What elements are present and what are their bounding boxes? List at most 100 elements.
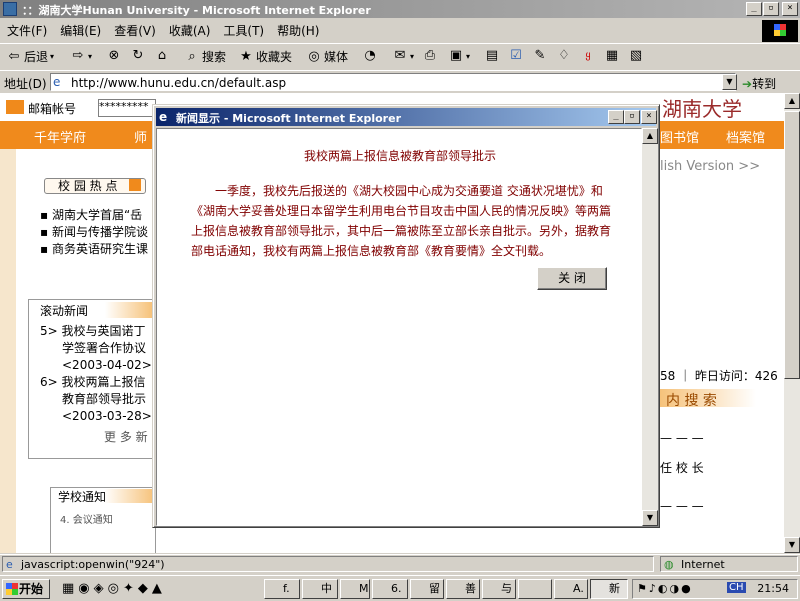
- menu-tools[interactable]: 工具(T): [216, 19, 270, 39]
- dialog-close-button[interactable]: ×: [641, 110, 657, 124]
- menu-help[interactable]: 帮助(H): [270, 19, 325, 39]
- nav-item-history[interactable]: 千年学府: [34, 127, 86, 146]
- news-dialog: e 新闻显示 - Microsoft Internet Explorer _ ▫…: [152, 104, 660, 528]
- home-icon: ⌂: [157, 48, 167, 63]
- quick-launch[interactable]: ▦◉◈◎✦◆▲: [62, 581, 166, 596]
- principal-link[interactable]: 任 校 长: [660, 459, 704, 476]
- mail-icon: ✉: [394, 48, 406, 63]
- hot-item[interactable]: ▪ 商务英语研究生课: [40, 240, 148, 257]
- favorites-button[interactable]: ★ 收藏夹: [238, 48, 292, 65]
- taskbar-item[interactable]: A.: [554, 579, 588, 599]
- extra3-button[interactable]: ▧: [628, 48, 644, 64]
- site-search-title: 内 搜 索: [666, 393, 717, 409]
- back-button[interactable]: ⇦ 后退 ▾: [6, 48, 54, 65]
- english-version-link[interactable]: lish Version >>: [660, 159, 760, 174]
- taskbar-item[interactable]: [518, 579, 552, 599]
- print-button[interactable]: ⎙: [422, 48, 438, 64]
- window-titlebar[interactable]: ：：湖南大学Hunan University - Microsoft Inter…: [0, 0, 800, 18]
- close-dialog-button[interactable]: 关 闭: [537, 267, 607, 290]
- taskbar-item[interactable]: 善: [446, 579, 480, 599]
- stop-icon: ⊗: [108, 48, 120, 63]
- taskbar-item[interactable]: M: [340, 579, 370, 599]
- favorites-icon: ★: [240, 48, 252, 64]
- print-icon: ⎙: [424, 48, 436, 63]
- dialog-minimize-button[interactable]: _: [608, 110, 624, 124]
- mail-button[interactable]: ✉ ▾: [392, 48, 414, 64]
- discuss-button[interactable]: ▤: [484, 48, 500, 64]
- list-item[interactable]: 教育部领导批示: [62, 391, 146, 408]
- go-arrow-icon: ➔: [742, 77, 753, 91]
- scroll-thumb[interactable]: [784, 111, 800, 379]
- news-date: <2003-04-02>: [62, 358, 152, 372]
- menu-bar: 文件(F) 编辑(E) 查看(V) 收藏(A) 工具(T) 帮助(H): [0, 19, 760, 41]
- history-button[interactable]: ◔: [362, 48, 378, 64]
- nav-item-archives[interactable]: 档案馆: [726, 127, 765, 146]
- start-button[interactable]: 开始: [2, 579, 50, 599]
- list-item[interactable]: 学签署合作协议: [62, 340, 146, 357]
- dialog-titlebar[interactable]: e 新闻显示 - Microsoft Internet Explorer _ ▫…: [156, 108, 657, 126]
- school-notice-title: 学校通知: [58, 490, 107, 504]
- close-button[interactable]: ×: [782, 2, 798, 16]
- go-button[interactable]: ➔转到: [742, 75, 776, 92]
- dialog-maximize-button[interactable]: ▫: [624, 110, 640, 124]
- search-icon: ⌕: [188, 48, 196, 64]
- research-button[interactable]: ♢: [556, 48, 572, 64]
- scroll-up-button[interactable]: ▲: [642, 128, 658, 144]
- extra2-button[interactable]: ▦: [604, 48, 620, 64]
- page-scrollbar[interactable]: ▲ ▼: [784, 93, 800, 553]
- refresh-button[interactable]: ↻: [130, 48, 146, 64]
- status-text-panel: javascript:openwin("924") e: [2, 556, 654, 572]
- scroll-up-button[interactable]: ▲: [784, 93, 800, 109]
- home-button[interactable]: ⌂: [154, 48, 170, 64]
- window-title: ：：湖南大学Hunan University - Microsoft Inter…: [22, 4, 371, 17]
- extra-button[interactable]: ყ: [580, 48, 596, 64]
- taskbar-item-active[interactable]: 新: [590, 579, 628, 599]
- maximize-button[interactable]: ▫: [763, 2, 779, 16]
- scroll-down-button[interactable]: ▼: [642, 510, 658, 526]
- password-field[interactable]: *********: [98, 99, 156, 117]
- dialog-title: 新闻显示 - Microsoft Internet Explorer: [176, 112, 401, 125]
- ime-indicator[interactable]: CH: [727, 582, 746, 593]
- scroll-down-button[interactable]: ▼: [784, 537, 800, 553]
- notice-item[interactable]: 4. 会议通知: [60, 511, 113, 526]
- security-zone: ◍ Internet: [660, 556, 798, 572]
- dialog-scrollbar[interactable]: ▲ ▼: [642, 128, 658, 526]
- search-button[interactable]: ⌕ 搜索: [184, 48, 226, 65]
- media-button[interactable]: ◎ 媒体: [306, 48, 348, 65]
- login-label: 邮箱帐号: [28, 102, 77, 116]
- more-news-link[interactable]: 更 多 新: [104, 429, 148, 446]
- scroll-news-title: 滚动新闻: [40, 304, 89, 318]
- hot-item[interactable]: ▪ 湖南大学首届“岳: [40, 206, 142, 223]
- taskbar-item[interactable]: 留: [410, 579, 444, 599]
- minimize-button[interactable]: _: [746, 2, 762, 16]
- taskbar-item[interactable]: 中: [302, 579, 338, 599]
- dashes: — — —: [660, 499, 704, 513]
- history-icon: ◔: [364, 48, 376, 63]
- research-icon: ♢: [558, 48, 570, 63]
- menu-view[interactable]: 查看(V): [107, 19, 162, 39]
- taskbar: 开始 ▦◉◈◎✦◆▲ f. 中 M 6. 留 善 与 A. 新 ⚑♪◐◑● CH…: [0, 575, 800, 601]
- address-dropdown[interactable]: ▼: [722, 74, 737, 90]
- tray-icons[interactable]: ⚑♪◐◑●: [637, 582, 693, 595]
- refresh-icon: ↻: [132, 48, 144, 63]
- taskbar-item[interactable]: 与: [482, 579, 516, 599]
- taskbar-item[interactable]: 6.: [372, 579, 408, 599]
- stop-button[interactable]: ⊗: [106, 48, 122, 64]
- edit-button[interactable]: ▣ ▾: [448, 48, 470, 64]
- menu-favorites[interactable]: 收藏(A): [162, 19, 217, 39]
- list-item[interactable]: 5> 我校与英国诺丁: [40, 323, 146, 340]
- tool-button[interactable]: ✎: [532, 48, 548, 64]
- page-icon: e: [6, 558, 13, 571]
- menu-file[interactable]: 文件(F): [0, 19, 53, 39]
- forward-button[interactable]: ⇨ ▾: [70, 48, 92, 64]
- list-item[interactable]: 6> 我校两篇上报信: [40, 374, 146, 391]
- hot-item[interactable]: ▪ 新闻与传播学院谈: [40, 223, 148, 240]
- menu-edit[interactable]: 编辑(E): [53, 19, 107, 39]
- nav-item-teachers[interactable]: 师: [134, 127, 147, 146]
- taskbar-item[interactable]: f.: [264, 579, 300, 599]
- nav-item-library[interactable]: 图书馆: [660, 127, 699, 146]
- messenger-button[interactable]: ☑: [508, 48, 524, 64]
- extra-icon: ყ: [585, 50, 591, 61]
- toolbar: ⇦ 后退 ▾ ⇨ ▾ ⊗ ↻ ⌂ ⌕ 搜索 ★ 收藏夹 ◎ 媒体 ◔ ✉ ▾ ⎙ ▣ ▾ ▤ ☑…: [0, 43, 800, 71]
- address-input[interactable]: e http://www.hunu.edu.cn/default.asp: [50, 73, 736, 91]
